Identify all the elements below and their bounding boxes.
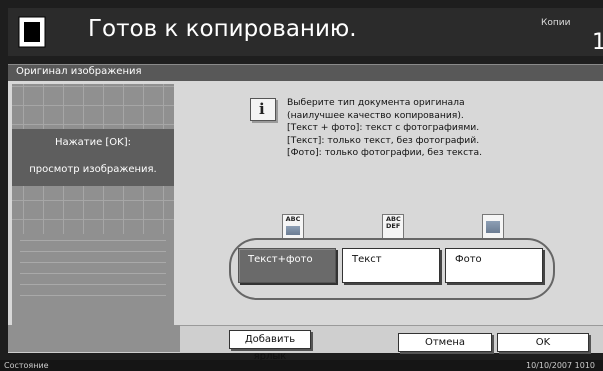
text-button[interactable]: Текст [342,248,440,283]
copies-count: 1 [592,30,603,55]
photo-button[interactable]: Фото [445,248,543,283]
document-icon [18,16,46,48]
preview-lines [20,240,166,296]
preview-message-line1: Нажатие [OK]: [54,137,132,148]
copies-label: Копии [541,18,571,28]
text-photo-icon-label: ABC [285,215,301,223]
info-line: [Текст + фото]: текст с фотографиями. [287,122,480,133]
info-line: (наилучшее качество копирования). [287,109,464,121]
preview-message: Нажатие [OK]: просмотр изображения. [12,129,174,186]
section-header: Оригинал изображения [8,64,603,81]
info-line: [Текст]: только текст, без фотографий. [287,134,480,146]
ok-button[interactable]: OK [497,333,589,352]
text-photo-label: Текст+фото [248,254,313,265]
text-photo-button[interactable]: Текст+фото [238,248,336,283]
info-line: Выберите тип документа оригинала [287,97,465,108]
info-text: Выберите тип документа оригинала (наилуч… [287,97,537,160]
section-title: Оригинал изображения [16,66,142,77]
photo-label: Фото [455,254,482,265]
cancel-button[interactable]: Отмена [398,333,492,352]
info-icon: i [250,98,276,121]
text-label: Текст [352,254,382,265]
header-bar: Готов к копированию. Копии 1 [8,8,603,56]
info-line: [Фото]: только фотографии, без текста. [287,147,483,158]
preview-message-line2: просмотр изображения. [29,164,157,175]
preview-panel-footer [8,325,180,352]
add-label-button[interactable]: Добавить ярлык [229,330,311,362]
text-icon-label: ABC DEF [386,215,401,230]
datetime: 10/10/2007 1010 [526,361,596,370]
status-button[interactable]: Состояние [4,360,49,371]
status-title: Готов к копированию. [88,16,357,42]
status-bar: Состояние 10/10/2007 1010 [0,360,603,371]
